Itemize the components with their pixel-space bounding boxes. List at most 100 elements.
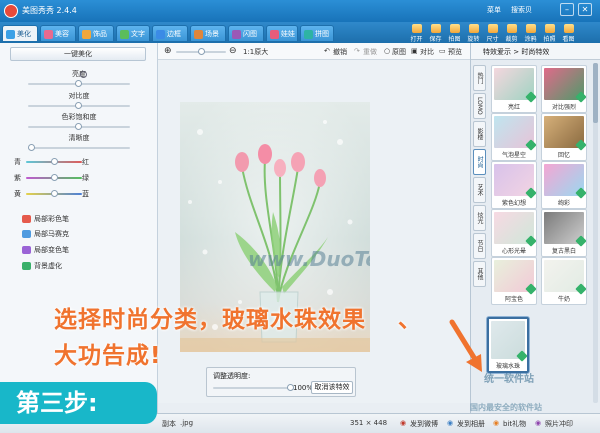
gift-icon[interactable]: ◉ [493, 419, 499, 427]
instruction-caption-line2: 大功告成! [54, 343, 162, 369]
effects-scrollbar[interactable] [593, 63, 598, 403]
effect-thumbnail[interactable]: 玻璃水珠 [487, 317, 529, 373]
camera-icon [449, 24, 460, 33]
effect-label: 复古黑白 [551, 248, 576, 255]
undo-button[interactable]: 撤销 [333, 47, 347, 57]
tab-label: 饰品 [93, 30, 107, 38]
effects-scrollbar-thumb[interactable] [593, 63, 598, 123]
sharpness-slider[interactable] [28, 147, 130, 149]
effect-thumbnail[interactable]: 绚彩 [541, 161, 587, 209]
tab-8[interactable]: 娃娃 [266, 25, 298, 42]
effect-category-tab-4[interactable]: 时尚 [473, 149, 486, 175]
cancel-effect-button[interactable]: 取消该特效 [311, 381, 353, 394]
compare-icon[interactable]: ▣ [411, 47, 418, 55]
image-canvas[interactable]: www.DuoTe.com 调整透明度: 100% 取消该特效 [158, 60, 470, 403]
minimize-button[interactable]: – [560, 3, 574, 16]
background-blur-tool[interactable]: 背景虚化 [22, 261, 62, 271]
effect-thumbnail[interactable]: 气泡星空 [491, 113, 537, 161]
tab-2[interactable]: 美容 [40, 25, 76, 42]
zoom-slider-knob[interactable] [198, 48, 205, 55]
magenta-green-slider-knob[interactable] [51, 174, 58, 181]
effect-category-tab-6[interactable]: 炫光 [473, 205, 486, 231]
toolbar-button-label: 涂鸦 [524, 36, 537, 43]
effect-thumbnail[interactable]: 心形光晕 [491, 209, 537, 257]
share-weibo-icon[interactable]: ◉ [400, 419, 406, 427]
toolbar-button-9[interactable]: 看图 [560, 22, 577, 43]
toolbar-button-4[interactable]: 旋转 [465, 22, 482, 43]
toolbar-button-5[interactable]: 尺寸 [484, 22, 501, 43]
effect-thumbnail[interactable]: 亮红 [491, 65, 537, 113]
share-weibo-link[interactable]: 发到微博 [410, 419, 438, 429]
preview-icon[interactable]: ▭ [439, 47, 446, 55]
original-icon[interactable]: ○ [384, 47, 390, 55]
tab-label: 美化 [17, 30, 31, 38]
toolbar-button-3[interactable]: 拍图 [446, 22, 463, 43]
puzzle-icon [304, 30, 313, 39]
compare-button[interactable]: 对比 [420, 47, 434, 57]
toolbar-button-label: 尺寸 [486, 36, 499, 43]
saturation-label: 色彩饱和度 [61, 113, 97, 121]
one-key-beautify-button[interactable]: 一键美化 [10, 47, 146, 61]
effect-thumbnail[interactable]: 牛奶 [541, 257, 587, 305]
yellow-blue-slider-knob[interactable] [51, 190, 58, 197]
share-album-icon[interactable]: ◉ [447, 419, 453, 427]
preview-button[interactable]: 预览 [448, 47, 462, 57]
login-link[interactable]: 搜索贝 [511, 5, 532, 15]
redo-icon[interactable]: ↷ [354, 47, 360, 55]
tab-9[interactable]: 拼图 [300, 25, 334, 42]
menu-link[interactable]: 菜单 [487, 5, 501, 15]
tab-4[interactable]: 文字 [116, 25, 150, 42]
tab-5[interactable]: 边框 [152, 25, 188, 42]
effects-panel: 特效爱示 > 时尚特效 热门 LOMO 影楼 时尚 艺术 炫光 节日 其他 亮红 对比强烈 气泡星… [470, 43, 600, 413]
tab-7[interactable]: 闪图 [228, 25, 264, 42]
effect-category-tab-2[interactable]: LOMO [473, 93, 486, 119]
gift-link[interactable]: bit礼物 [503, 419, 526, 429]
mosaic-tool[interactable]: 局部马赛克 [22, 229, 69, 239]
toolbar-button-7[interactable]: 涂鸦 [522, 22, 539, 43]
effect-thumbnail[interactable]: 紫色幻想 [491, 161, 537, 209]
print-link[interactable]: 照片冲印 [545, 419, 573, 429]
effect-thumbnail[interactable]: 对比强烈 [541, 65, 587, 113]
tab-label: 闪图 [243, 30, 257, 38]
share-album-link[interactable]: 发到相册 [457, 419, 485, 429]
effect-category-tab-5[interactable]: 艺术 [473, 177, 486, 203]
saturation-slider-knob[interactable] [75, 123, 82, 130]
toolbar-button-8[interactable]: 拍照 [541, 22, 558, 43]
zoom-ratio[interactable]: 1:1原大 [243, 47, 268, 57]
cyan-red-slider-knob[interactable] [51, 158, 58, 165]
toolbar-button-6[interactable]: 裁剪 [503, 22, 520, 43]
tab-label: 文字 [131, 30, 145, 38]
redo-button[interactable]: 重做 [363, 47, 377, 57]
zoom-out-icon[interactable]: ⊖ [229, 46, 237, 56]
effect-thumbnail[interactable]: 阿宝色 [491, 257, 537, 305]
undo-icon[interactable]: ↶ [324, 47, 330, 55]
reset-icon[interactable] [80, 71, 87, 78]
tab-6[interactable]: 场景 [190, 25, 226, 42]
close-button[interactable]: ✕ [578, 3, 592, 16]
effect-category-tab-3[interactable]: 影楼 [473, 121, 486, 147]
brightness-slider-knob[interactable] [75, 80, 82, 87]
tab-3[interactable]: 饰品 [78, 25, 114, 42]
toolbar-button-2[interactable]: 保存 [427, 22, 444, 43]
effect-thumbnail[interactable]: 复古黑白 [541, 209, 587, 257]
contrast-slider-knob[interactable] [75, 102, 82, 109]
opacity-slider[interactable] [213, 387, 291, 389]
image-dimensions: 351 × 448 [350, 419, 388, 427]
tab-1[interactable]: 美化 [2, 25, 38, 42]
effect-thumbnail[interactable]: 回忆 [541, 113, 587, 161]
recolor-pen-tool[interactable]: 局部变色笔 [22, 245, 69, 255]
tab-label: 场景 [205, 30, 219, 38]
effect-category-tab-8[interactable]: 其他 [473, 261, 486, 287]
step-badge: 第三步: [0, 382, 157, 424]
zoom-in-icon[interactable]: ⊕ [164, 46, 172, 56]
effect-category-tab-1[interactable]: 热门 [473, 65, 486, 91]
effects-breadcrumb-bar: 特效爱示 > 时尚特效 [471, 43, 600, 60]
color-pen-tool[interactable]: 局部彩色笔 [22, 214, 69, 224]
toolbar-button-label: 旋转 [467, 36, 480, 43]
original-button[interactable]: 原图 [392, 47, 406, 57]
resize-icon [487, 24, 498, 33]
effect-category-tab-7[interactable]: 节日 [473, 233, 486, 259]
sharpness-slider-knob[interactable] [28, 144, 35, 151]
print-icon[interactable]: ◉ [535, 419, 541, 427]
toolbar-button-1[interactable]: 打开 [408, 22, 425, 43]
